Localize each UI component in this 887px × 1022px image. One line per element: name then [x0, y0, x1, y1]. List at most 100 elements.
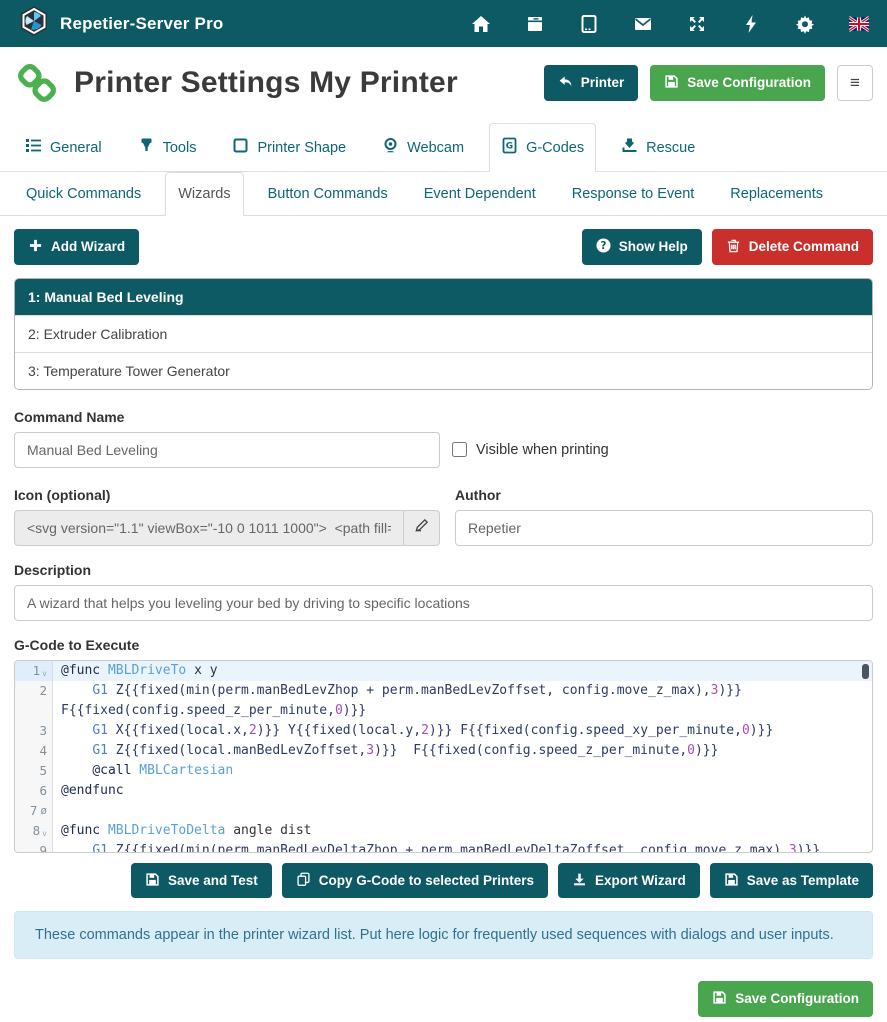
- tab-rescue[interactable]: Rescue: [610, 124, 706, 171]
- webcam-icon: [382, 137, 399, 158]
- edit-icon-button[interactable]: [403, 510, 440, 546]
- icon-optional-label: Icon (optional): [14, 487, 440, 503]
- subtab-response-to-event[interactable]: Response to Event: [560, 173, 707, 215]
- save-as-template-button[interactable]: Save as Template: [710, 863, 873, 899]
- description-label: Description: [14, 562, 873, 578]
- move-arrows-icon[interactable]: [686, 13, 707, 34]
- code-line[interactable]: 4 G1 Z{{fixed(local.manBedLevZoffset,3)}…: [15, 741, 872, 761]
- chain-link-icon: [14, 60, 60, 106]
- subtab-replacements[interactable]: Replacements: [718, 173, 835, 215]
- wizard-list: 1: Manual Bed Leveling 2: Extruder Calib…: [14, 278, 873, 390]
- code-line[interactable]: 3 G1 X{{fixed(local.x,2)}} Y{{fixed(loca…: [15, 721, 872, 741]
- wizard-item-manual-bed-leveling[interactable]: 1: Manual Bed Leveling: [15, 279, 872, 315]
- svg-text:?: ?: [600, 240, 606, 252]
- plus-icon: [28, 238, 43, 256]
- description-input[interactable]: [14, 585, 873, 621]
- wizard-item-temperature-tower[interactable]: 3: Temperature Tower Generator: [15, 352, 872, 389]
- line-number-gutter: [15, 701, 53, 721]
- top-navbar: Repetier-Server Pro: [0, 0, 887, 47]
- svg-text:G: G: [506, 142, 513, 152]
- code-line[interactable]: 9 G1 Z{{fixed(min(perm.manBedLevDeltaZho…: [15, 841, 872, 853]
- code-line[interactable]: 8v@func MBLDriveToDelta angle dist: [15, 821, 872, 841]
- code-line[interactable]: 7ø: [15, 801, 872, 821]
- show-help-button[interactable]: ? Show Help: [582, 229, 702, 265]
- footer-actions: Save Configuration: [14, 981, 873, 1017]
- tab-g-codes[interactable]: G G-Codes: [489, 123, 596, 172]
- code-line[interactable]: 2 G1 Z{{fixed(min(perm.manBedLevZhop + p…: [15, 681, 872, 701]
- mail-icon[interactable]: [632, 13, 653, 34]
- visible-when-printing-label: Visible when printing: [476, 442, 609, 458]
- code-text: G1 X{{fixed(local.x,2)}} Y{{fixed(local.…: [53, 721, 872, 741]
- copy-icon: [296, 872, 311, 890]
- save-icon: [664, 74, 679, 92]
- language-flag-icon[interactable]: [848, 13, 869, 34]
- code-text: G1 Z{{fixed(local.manBedLevZoffset,3)}} …: [53, 741, 872, 761]
- square-icon: [232, 137, 249, 158]
- printer-back-button[interactable]: Printer: [544, 65, 639, 101]
- gcode-editor[interactable]: 1v@func MBLDriveTo x y2 G1 Z{{fixed(min(…: [14, 660, 873, 853]
- home-icon[interactable]: [470, 13, 491, 34]
- menu-button[interactable]: ≡: [837, 65, 873, 101]
- printer-icon[interactable]: [524, 13, 545, 34]
- command-name-input[interactable]: [14, 432, 440, 468]
- question-circle-icon: ?: [596, 238, 611, 256]
- tab-general[interactable]: General: [14, 124, 113, 171]
- line-number-gutter: 2: [15, 681, 53, 701]
- list-icon: [25, 137, 42, 158]
- subtab-button-commands[interactable]: Button Commands: [256, 173, 400, 215]
- save-icon: [145, 872, 160, 890]
- bolt-icon[interactable]: [740, 13, 761, 34]
- page-title: Printer Settings My Printer: [74, 66, 458, 100]
- author-label: Author: [455, 487, 873, 503]
- save-and-test-button[interactable]: Save and Test: [131, 863, 272, 899]
- save-icon: [712, 990, 727, 1008]
- subtab-quick-commands[interactable]: Quick Commands: [14, 173, 153, 215]
- tab-webcam[interactable]: Webcam: [371, 124, 475, 171]
- author-input[interactable]: [455, 510, 873, 546]
- visible-when-printing-option[interactable]: Visible when printing: [452, 432, 609, 468]
- code-text: @func MBLDriveTo x y: [53, 661, 872, 681]
- gear-icon[interactable]: [794, 13, 815, 34]
- delete-command-button[interactable]: Delete Command: [712, 229, 873, 265]
- icon-svg-input[interactable]: [14, 510, 403, 546]
- code-text: @endfunc: [53, 781, 872, 801]
- command-name-label: Command Name: [14, 409, 873, 425]
- wizard-form: Command Name Visible when printing Icon …: [14, 409, 873, 853]
- code-text: [53, 801, 872, 821]
- add-wizard-button[interactable]: Add Wizard: [14, 229, 139, 265]
- editor-scrollbar-thumb[interactable]: [862, 664, 869, 679]
- code-line[interactable]: 5 @call MBLCartesian: [15, 761, 872, 781]
- code-line[interactable]: 1v@func MBLDriveTo x y: [15, 661, 872, 681]
- brand[interactable]: Repetier-Server Pro: [18, 5, 223, 42]
- line-number-gutter: 6: [15, 781, 53, 801]
- save-configuration-button-top[interactable]: Save Configuration: [650, 65, 825, 101]
- code-line[interactable]: 6@endfunc: [15, 781, 872, 801]
- rescue-icon: [621, 137, 638, 158]
- code-line[interactable]: F{{fixed(config.speed_z_per_minute,0)}}: [15, 701, 872, 721]
- subtab-event-dependent[interactable]: Event Dependent: [412, 173, 548, 215]
- brand-title: Repetier-Server Pro: [60, 14, 223, 34]
- header-actions: Printer Save Configuration ≡: [544, 65, 873, 101]
- trash-icon: [726, 238, 741, 256]
- copy-gcode-button[interactable]: Copy G-Code to selected Printers: [282, 863, 548, 899]
- download-icon: [572, 872, 587, 890]
- wizard-item-extruder-calibration[interactable]: 2: Extruder Calibration: [15, 315, 872, 352]
- save-configuration-button-bottom[interactable]: Save Configuration: [698, 981, 873, 1017]
- gutter-marker: ø: [40, 801, 47, 821]
- tab-tools[interactable]: Tools: [127, 124, 208, 171]
- tab-printer-shape[interactable]: Printer Shape: [221, 124, 357, 171]
- repetier-logo-icon: [18, 5, 50, 42]
- line-number-gutter: 8v: [15, 821, 53, 841]
- extruder-icon: [138, 137, 155, 158]
- line-number-gutter: 5: [15, 761, 53, 781]
- subtab-wizards[interactable]: Wizards: [165, 172, 243, 216]
- settings-tabs: General Tools Printer Shape Webcam G G-C…: [0, 123, 887, 172]
- visible-when-printing-checkbox[interactable]: [452, 442, 467, 457]
- line-number-gutter: 3: [15, 721, 53, 741]
- line-number-gutter: 1v: [15, 661, 53, 681]
- gcode-file-icon: G: [501, 137, 518, 158]
- tablet-icon[interactable]: [578, 13, 599, 34]
- pencil-icon: [414, 518, 429, 538]
- export-wizard-button[interactable]: Export Wizard: [558, 863, 700, 899]
- line-number-gutter: 9: [15, 841, 53, 853]
